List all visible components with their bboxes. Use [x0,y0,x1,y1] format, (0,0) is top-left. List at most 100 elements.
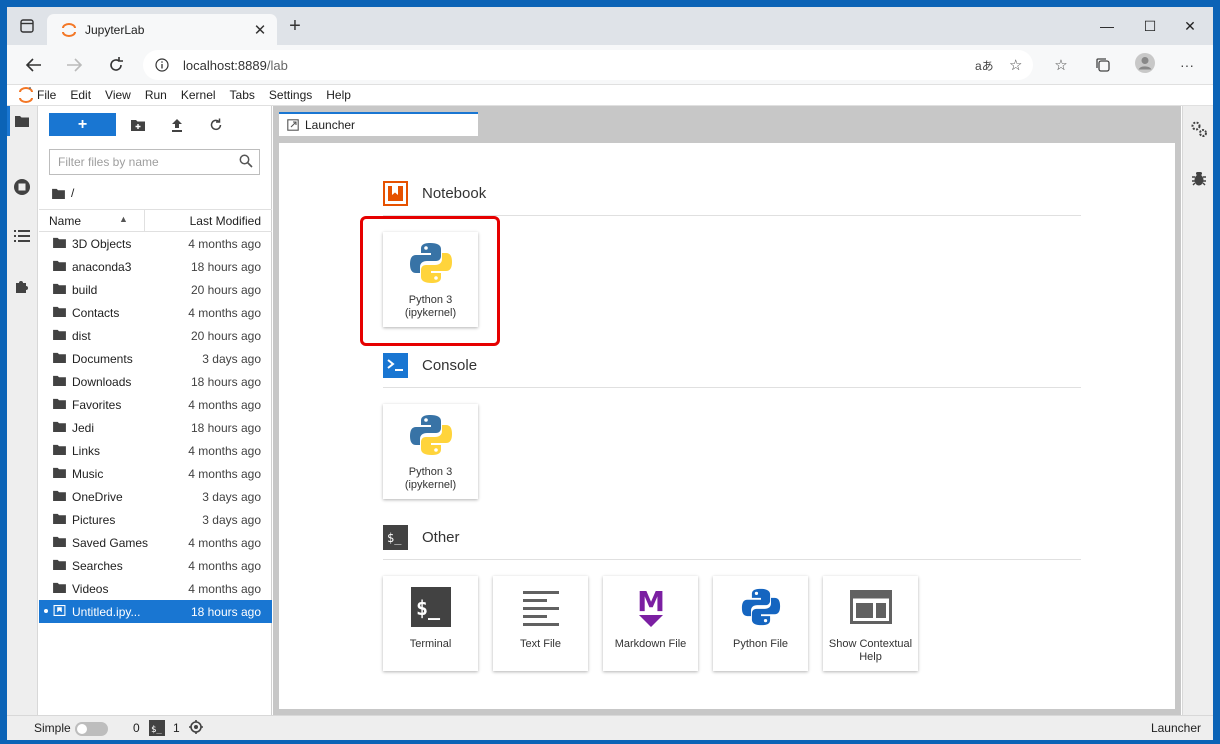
tab-launcher[interactable]: Launcher [279,112,478,136]
menu-tabs[interactable]: Tabs [230,88,255,102]
url-path: /lab [266,57,288,73]
menu-help[interactable]: Help [326,88,351,102]
file-row[interactable]: Favorites 4 months ago [39,393,272,416]
main-dock-area: Launcher Notebook Python 3 (ipykernel) C… [273,106,1181,715]
breadcrumb[interactable]: / [52,186,74,200]
file-modified: 4 months ago [188,536,261,550]
read-aloud-icon[interactable]: aあ [975,57,994,74]
browser-tab[interactable]: JupyterLab ✕ [47,14,277,45]
upload-icon[interactable] [165,115,189,135]
svg-text:$_: $_ [387,531,402,545]
debugger-icon[interactable] [1188,168,1210,190]
file-row[interactable]: Downloads 18 hours ago [39,370,272,393]
column-divider[interactable] [144,210,145,232]
markdown-file-card[interactable]: M Markdown File [603,576,698,671]
refresh-icon[interactable] [103,54,129,76]
tab-title: JupyterLab [85,22,145,37]
column-name[interactable]: Name [49,214,81,228]
table-of-contents-icon[interactable] [11,225,33,247]
url-field[interactable]: localhost:8889/lab aあ ☆ [143,50,1033,80]
settings-status-icon[interactable] [189,720,203,734]
terminal-status-icon: $_ [149,720,165,736]
active-tab-indicator [7,106,10,136]
new-launcher-button[interactable]: + [49,113,116,136]
new-tab-button[interactable]: + [283,15,307,37]
folder-icon [53,237,66,248]
file-row[interactable]: Videos 4 months ago [39,577,272,600]
file-row[interactable]: Jedi 18 hours ago [39,416,272,439]
text-file-card[interactable]: Text File [493,576,588,671]
file-name: Pictures [72,513,116,527]
forward-icon[interactable] [61,54,87,76]
close-tab-icon[interactable]: ✕ [249,21,271,39]
menu-kernel[interactable]: Kernel [181,88,216,102]
console-python3-card[interactable]: Python 3 (ipykernel) [383,404,478,499]
file-row[interactable]: build 20 hours ago [39,278,272,301]
terminal-icon: $_ [410,587,451,627]
file-filter-input[interactable]: Filter files by name [49,149,260,175]
running-sessions-icon[interactable] [11,176,33,198]
file-row[interactable]: Saved Games 4 months ago [39,531,272,554]
close-window-button[interactable]: ✕ [1170,15,1210,37]
simple-mode-toggle[interactable] [75,722,108,736]
card-label: Terminal [409,638,452,650]
menu-file[interactable]: File [37,88,56,102]
file-row[interactable]: Links 4 months ago [39,439,272,462]
file-modified: 4 months ago [188,559,261,573]
menu-edit[interactable]: Edit [70,88,91,102]
minimize-button[interactable]: — [1087,15,1127,37]
profile-avatar[interactable] [1133,53,1157,73]
file-name: Music [72,467,104,481]
file-row[interactable]: Music 4 months ago [39,462,272,485]
file-modified: 18 hours ago [190,260,261,274]
simple-mode-label: Simple [34,721,71,735]
add-favorite-icon[interactable]: ☆ [1009,56,1022,74]
folder-icon [53,559,66,570]
menu-settings[interactable]: Settings [269,88,312,102]
file-modified: 4 months ago [188,237,261,251]
contextual-help-card[interactable]: Show Contextual Help [823,576,918,671]
terminal-count[interactable]: 1 [173,721,180,735]
favorites-icon[interactable]: ☆ [1049,55,1073,75]
file-row[interactable]: Pictures 3 days ago [39,508,272,531]
folder-icon [53,398,66,409]
new-folder-icon[interactable] [126,115,150,135]
file-row[interactable]: Untitled.ipy... 18 hours ago [39,600,272,623]
file-row[interactable]: OneDrive 3 days ago [39,485,272,508]
maximize-button[interactable]: ☐ [1130,15,1170,37]
file-row[interactable]: 3D Objects 4 months ago [39,232,272,255]
jupyter-favicon-icon [61,22,77,38]
file-row[interactable]: anaconda3 18 hours ago [39,255,272,278]
extension-manager-icon[interactable] [11,275,33,297]
file-browser-icon[interactable] [11,110,33,132]
address-bar: localhost:8889/lab aあ ☆ ☆ ··· [7,45,1213,85]
column-last-modified[interactable]: Last Modified [190,214,261,228]
folder-icon [53,306,66,317]
sort-ascending-icon: ▲ [119,214,128,224]
python-file-card[interactable]: Python File [713,576,808,671]
property-inspector-icon[interactable] [1188,118,1210,140]
file-name: build [72,283,98,297]
menu-run[interactable]: Run [145,88,167,102]
file-modified: 4 months ago [188,444,261,458]
terminal-card[interactable]: $_ Terminal [383,576,478,671]
site-info-icon[interactable] [155,58,169,72]
more-options-icon[interactable]: ··· [1175,55,1199,75]
card-label: Python 3 [408,466,453,478]
back-icon[interactable] [21,54,47,76]
menu-view[interactable]: View [105,88,131,102]
refresh-files-icon[interactable] [204,115,228,135]
file-row[interactable]: Documents 3 days ago [39,347,272,370]
file-modified: 4 months ago [188,398,261,412]
contextual-help-icon [849,590,892,624]
tab-actions-icon[interactable] [19,18,35,34]
folder-icon [53,582,66,593]
file-row[interactable]: dist 20 hours ago [39,324,272,347]
left-sidebar-tabs [7,106,38,715]
file-list-header: Name ▲ Last Modified [39,209,272,232]
jupyter-logo-icon [7,86,37,104]
file-row[interactable]: Contacts 4 months ago [39,301,272,324]
kernel-count[interactable]: 0 [133,721,140,735]
collections-icon[interactable] [1091,55,1115,75]
file-row[interactable]: Searches 4 months ago [39,554,272,577]
